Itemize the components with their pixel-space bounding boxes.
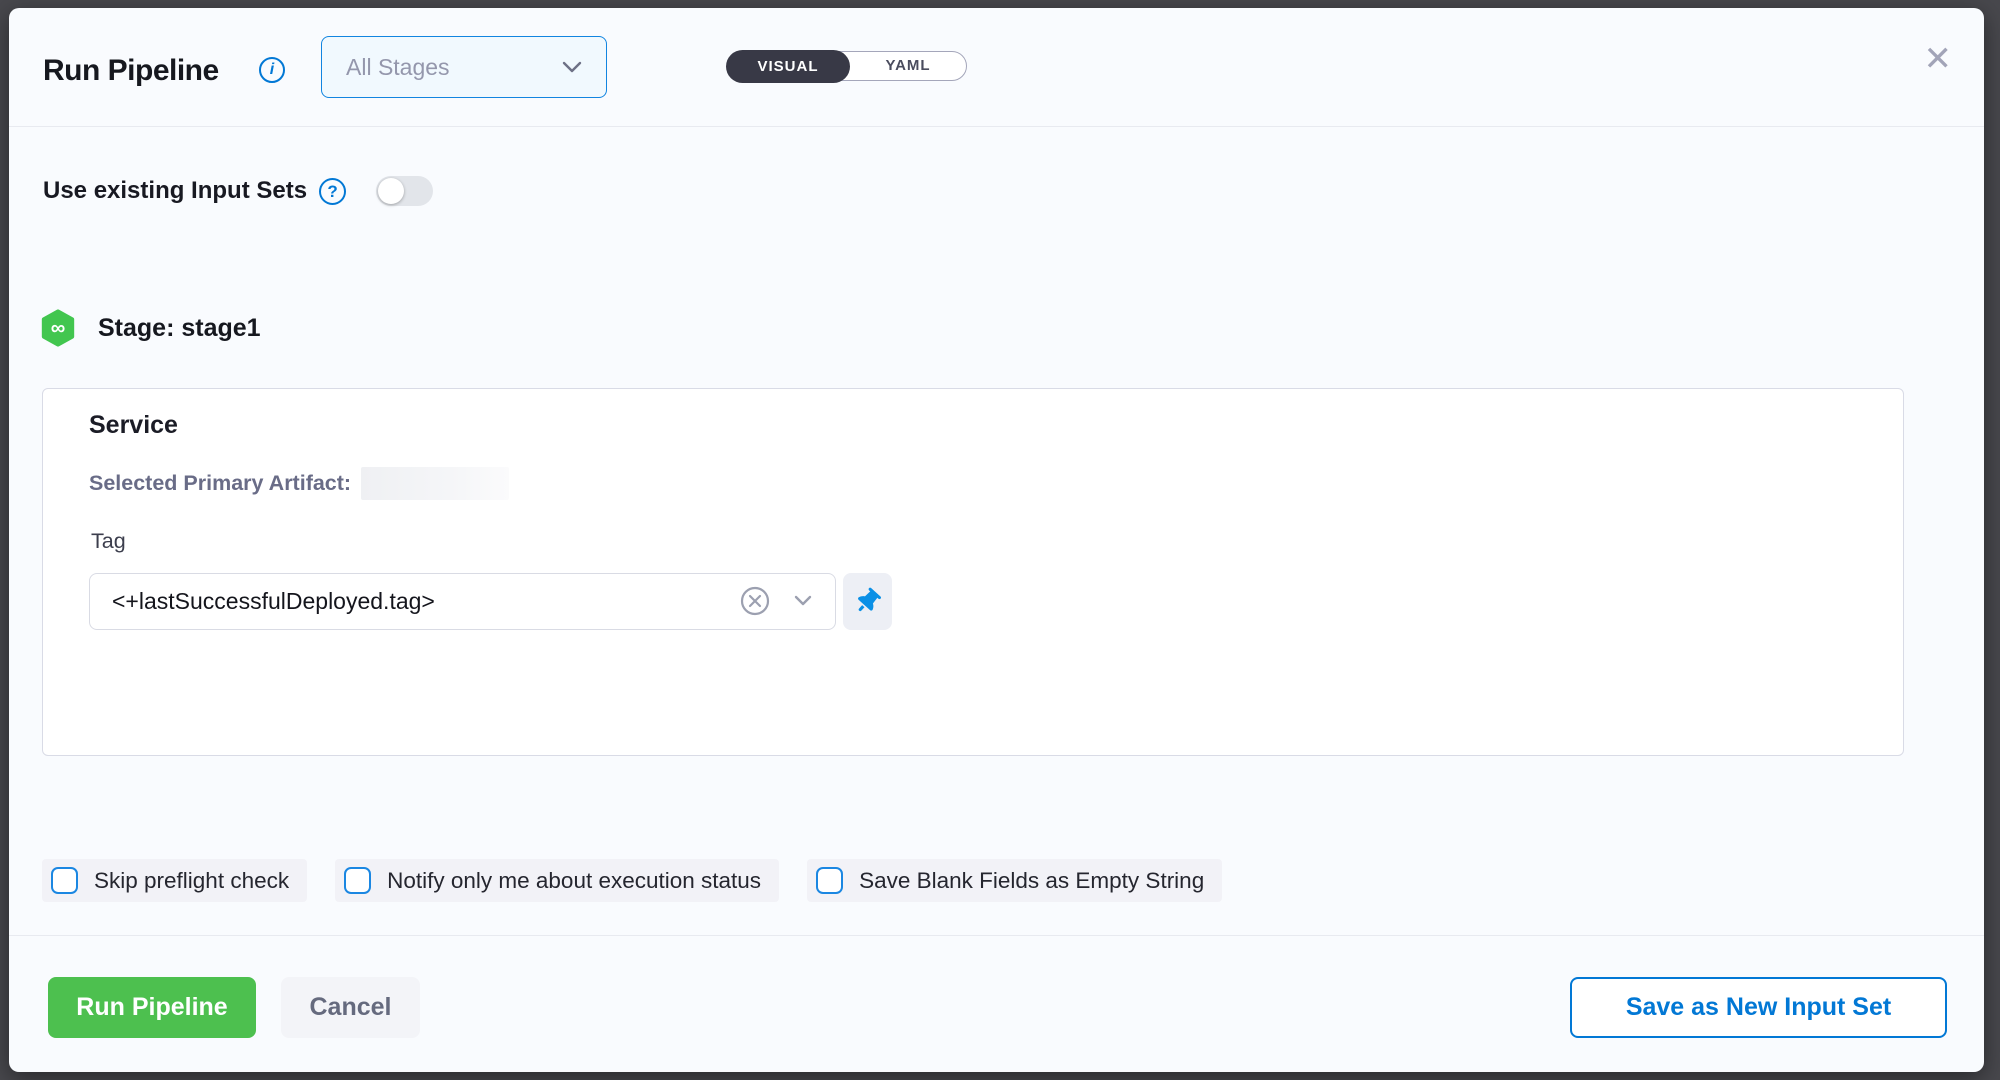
clear-icon[interactable] [740, 586, 770, 616]
info-icon[interactable]: i [259, 57, 285, 83]
pin-button[interactable] [843, 573, 892, 630]
artifact-row: Selected Primary Artifact: [89, 467, 509, 500]
checkbox[interactable] [51, 867, 78, 894]
option-save-blank-fields[interactable]: Save Blank Fields as Empty String [807, 859, 1222, 902]
input-sets-row: Use existing Input Sets ? [43, 176, 433, 206]
run-pipeline-modal: Run Pipeline i All Stages VISUAL YAML ✕ … [9, 8, 1984, 1072]
input-sets-toggle[interactable] [376, 176, 433, 206]
help-icon[interactable]: ? [319, 178, 346, 205]
stage-label: Stage: stage1 [98, 314, 261, 343]
svg-text:∞: ∞ [51, 317, 66, 339]
input-sets-label: Use existing Input Sets [43, 177, 307, 205]
artifact-label: Selected Primary Artifact: [89, 471, 351, 496]
page-title: Run Pipeline [43, 54, 219, 88]
stage-filter-select[interactable]: All Stages [321, 36, 607, 98]
service-card-title: Service [89, 411, 178, 440]
chevron-down-icon [562, 61, 582, 73]
tag-input-row [89, 573, 892, 630]
tab-visual[interactable]: VISUAL [726, 50, 850, 83]
chevron-down-icon[interactable] [794, 595, 812, 606]
footer-divider [9, 935, 1984, 936]
option-skip-preflight[interactable]: Skip preflight check [42, 859, 307, 902]
tag-label: Tag [91, 529, 126, 554]
view-mode-toggle: VISUAL YAML [727, 51, 967, 81]
checkbox[interactable] [344, 867, 371, 894]
service-card: Service Selected Primary Artifact: Tag [42, 388, 1904, 756]
pushpin-icon [850, 584, 885, 619]
checkbox[interactable] [816, 867, 843, 894]
option-label: Save Blank Fields as Empty String [859, 868, 1204, 894]
tag-input[interactable] [89, 573, 836, 630]
cancel-button[interactable]: Cancel [281, 977, 420, 1038]
modal-header: Run Pipeline i All Stages VISUAL YAML ✕ [9, 8, 1984, 127]
tag-input-wrap [89, 573, 836, 630]
option-label: Notify only me about execution status [387, 868, 761, 894]
options-row: Skip preflight check Notify only me abou… [42, 859, 1222, 902]
option-notify-only-me[interactable]: Notify only me about execution status [335, 859, 779, 902]
toggle-thumb [378, 178, 404, 204]
stage-filter-value: All Stages [346, 54, 450, 81]
option-label: Skip preflight check [94, 868, 289, 894]
deploy-stage-icon: ∞ [40, 309, 76, 347]
close-icon[interactable]: ✕ [1924, 42, 1953, 76]
artifact-value-redacted [361, 467, 509, 500]
stage-row: ∞ Stage: stage1 [40, 309, 261, 347]
run-pipeline-button[interactable]: Run Pipeline [48, 977, 256, 1038]
tab-yaml[interactable]: YAML [850, 52, 966, 79]
save-as-new-input-set-button[interactable]: Save as New Input Set [1570, 977, 1947, 1038]
